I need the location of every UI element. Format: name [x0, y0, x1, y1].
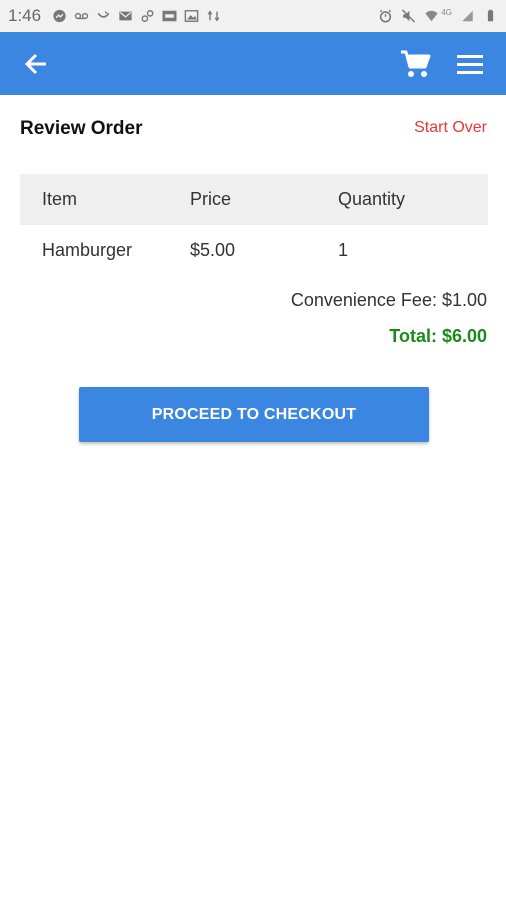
missed-call-icon [96, 9, 111, 23]
order-total: Total: $6.00 [389, 326, 487, 346]
arrow-back-icon[interactable] [22, 50, 50, 78]
gallery-icon [184, 9, 199, 23]
sync-icon [206, 9, 221, 23]
signal-icon [460, 9, 475, 23]
proceed-to-checkout-button[interactable]: PROCEED TO CHECKOUT [79, 387, 429, 442]
voicemail-icon [74, 9, 89, 23]
status-right: 4G [378, 7, 498, 23]
header-price: Price [190, 189, 232, 209]
status-bar: 1:46 4G [0, 0, 506, 32]
page-title: Review Order [20, 118, 143, 139]
status-time: 1:46 [8, 6, 42, 25]
battery-icon [483, 9, 498, 23]
cell-item: Hamburger [42, 239, 133, 260]
cell-quantity: 1 [338, 239, 349, 260]
cart-icon[interactable] [399, 48, 431, 80]
mute-icon [401, 9, 416, 23]
app-bar [0, 32, 506, 95]
network-label: 4G [441, 7, 452, 17]
table-row: Hamburger $5.00 1 [20, 225, 488, 275]
start-over-link[interactable]: Start Over [414, 119, 487, 137]
gmail-icon [118, 9, 133, 23]
wifi-icon [424, 9, 439, 23]
header-quantity: Quantity [338, 189, 406, 209]
ebay-icon [162, 9, 177, 23]
order-table: Item Price Quantity Hamburger $5.00 1 [20, 174, 488, 275]
messenger-icon [52, 9, 67, 23]
menu-icon[interactable] [456, 50, 484, 78]
alarm-icon [378, 9, 393, 23]
header-item: Item [42, 189, 78, 209]
convenience-fee: Convenience Fee: $1.00 [290, 290, 487, 310]
status-left: 1:46 [8, 6, 221, 26]
cell-price: $5.00 [190, 239, 236, 260]
table-header: Item Price Quantity [20, 174, 488, 225]
link-icon [140, 9, 155, 23]
